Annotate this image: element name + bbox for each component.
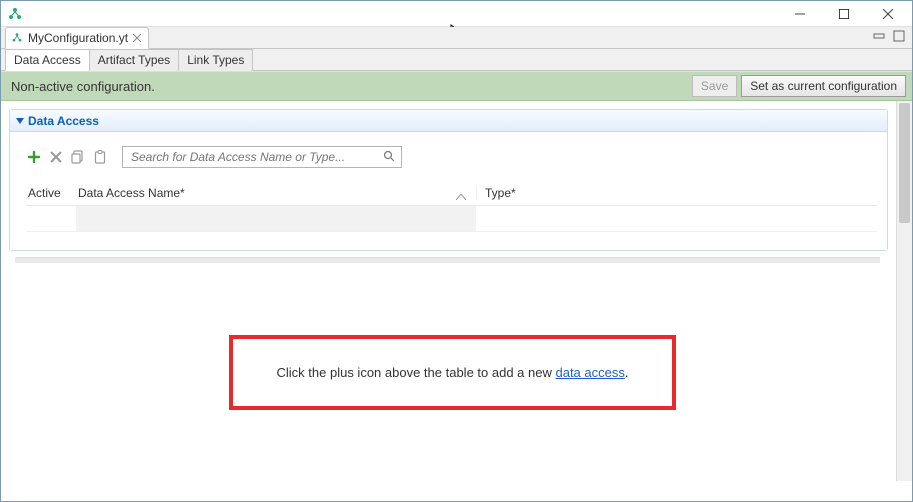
tab-data-access[interactable]: Data Access	[5, 49, 90, 71]
data-access-link[interactable]: data access	[555, 365, 624, 380]
editor-tab[interactable]: MyConfiguration.yt	[5, 27, 149, 49]
sub-tab-row: Data Access Artifact Types Link Types	[1, 49, 912, 71]
editor-tab-label: MyConfiguration.yt	[28, 31, 128, 45]
copy-icon[interactable]	[70, 149, 86, 165]
search-input[interactable]	[129, 149, 383, 165]
search-icon[interactable]	[383, 150, 397, 164]
expand-arrow-icon	[16, 118, 24, 124]
status-bar: Non-active configuration. Save Set as cu…	[1, 71, 912, 101]
section-toolbar	[26, 146, 877, 168]
add-icon[interactable]	[26, 149, 42, 165]
section-title: Data Access	[28, 114, 99, 128]
callout-text-prefix: Click the plus icon above the table to a…	[277, 365, 556, 380]
table-header: Active Data Access Name* Type*	[26, 180, 877, 206]
data-access-section: Data Access	[9, 109, 888, 251]
sort-indicator-icon	[456, 192, 466, 203]
delete-icon[interactable]	[48, 149, 64, 165]
column-header-name[interactable]: Data Access Name*	[76, 186, 476, 200]
close-tab-icon[interactable]	[132, 33, 142, 43]
status-message: Non-active configuration.	[11, 79, 688, 94]
column-header-type[interactable]: Type*	[476, 186, 877, 200]
editor-tab-row: MyConfiguration.yt	[1, 27, 912, 49]
minimize-view-icon[interactable]	[872, 29, 886, 43]
search-input-wrap	[122, 146, 402, 168]
close-button[interactable]	[866, 1, 910, 27]
app-icon	[7, 6, 23, 22]
tab-label: Artifact Types	[98, 53, 170, 67]
vertical-scrollbar[interactable]	[896, 101, 912, 481]
tab-link-types[interactable]: Link Types	[178, 49, 253, 71]
callout-text-suffix: .	[625, 365, 629, 380]
horizontal-divider	[15, 257, 880, 263]
tab-artifact-types[interactable]: Artifact Types	[89, 49, 179, 71]
paste-icon[interactable]	[92, 149, 108, 165]
column-label: Data Access Name*	[78, 186, 185, 200]
maximize-button[interactable]	[822, 1, 866, 27]
empty-name-cell[interactable]	[76, 206, 476, 231]
tab-label: Link Types	[187, 53, 244, 67]
maximize-view-icon[interactable]	[892, 29, 906, 43]
section-header[interactable]: Data Access	[10, 110, 887, 132]
tab-label: Data Access	[14, 53, 81, 67]
button-label: Set as current configuration	[750, 79, 897, 93]
column-header-active[interactable]: Active	[26, 186, 76, 200]
set-current-configuration-button[interactable]: Set as current configuration	[741, 75, 906, 97]
window-titlebar	[1, 1, 912, 27]
table-row	[26, 206, 877, 232]
minimize-button[interactable]	[778, 1, 822, 27]
save-button[interactable]: Save	[692, 75, 737, 97]
data-access-table: Active Data Access Name* Type*	[26, 180, 877, 232]
file-icon	[10, 31, 24, 45]
button-label: Save	[701, 79, 728, 93]
scrollbar-thumb[interactable]	[899, 103, 910, 223]
instruction-callout: Click the plus icon above the table to a…	[229, 335, 677, 410]
